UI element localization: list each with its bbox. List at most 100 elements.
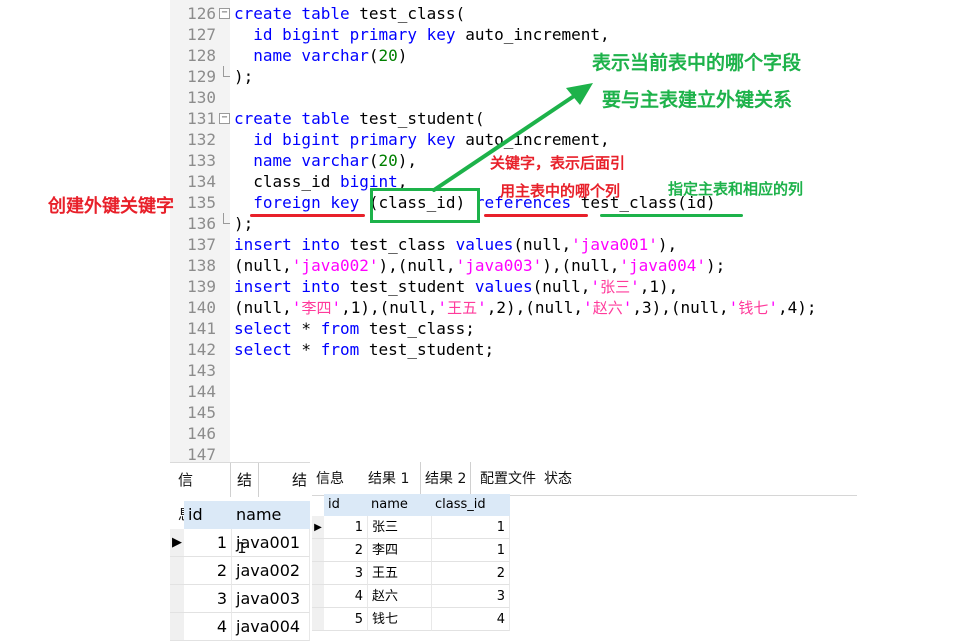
line-number: 139 xyxy=(187,277,216,296)
code-token: id bigint primary key xyxy=(253,130,456,149)
row-selector[interactable] xyxy=(170,557,184,585)
column-header-name[interactable]: name xyxy=(232,501,310,529)
fold-toggle-icon[interactable]: − xyxy=(219,8,230,19)
table-cell[interactable]: 钱七 xyxy=(368,608,432,631)
row-selector[interactable]: ▶ xyxy=(312,516,324,539)
row-selector[interactable] xyxy=(312,585,324,608)
code-token: from xyxy=(320,340,360,359)
code-token: 'java004' xyxy=(619,256,707,275)
column-header-id[interactable]: id xyxy=(184,501,232,529)
table-cell[interactable]: 张三 xyxy=(368,516,432,539)
code-token: 'java003' xyxy=(455,256,543,275)
row-selector[interactable] xyxy=(312,539,324,562)
code-line[interactable]: 142 select * from test_student; xyxy=(170,339,960,360)
table-cell[interactable]: java004 xyxy=(232,613,310,641)
code-line[interactable]: 143 xyxy=(170,360,960,381)
table-cell[interactable]: 2 xyxy=(184,557,232,585)
line-number: 126 xyxy=(187,4,216,23)
code-token: name varchar xyxy=(253,46,369,65)
fold-end-marker xyxy=(223,213,230,224)
code-text: create table test_class( xyxy=(234,3,465,24)
fold-end-marker xyxy=(223,66,230,77)
code-line[interactable]: 129); xyxy=(170,66,960,87)
code-line[interactable]: 138 (null,'java002'),(null,'java003'),(nu… xyxy=(170,255,960,276)
code-token: from xyxy=(320,319,360,338)
code-line[interactable]: 147 xyxy=(170,444,960,462)
table-cell[interactable]: 4 xyxy=(184,613,232,641)
code-line[interactable]: 140 (null,'李四',1),(null,'王五',2),(null,'赵六… xyxy=(170,297,960,318)
which-column-note: 用主表中的哪个列 xyxy=(500,182,621,200)
row-selector[interactable] xyxy=(170,585,184,613)
code-line[interactable]: 132 id bigint primary key auto_increment… xyxy=(170,129,960,150)
row-selector[interactable] xyxy=(312,562,324,585)
code-line[interactable]: 128 name varchar(20) xyxy=(170,45,960,66)
line-number: 127 xyxy=(187,25,216,44)
table-cell[interactable]: 李四 xyxy=(368,539,432,562)
code-token: ),(null, xyxy=(542,256,620,275)
tab-status[interactable]: 状态 xyxy=(540,462,576,496)
tab-result-1[interactable]: 结果 1 xyxy=(230,463,260,557)
code-text: id bigint primary key auto_increment, xyxy=(234,24,609,45)
code-token: auto_increment, xyxy=(455,130,610,149)
code-line[interactable]: 131− create table test_student( xyxy=(170,108,960,129)
table-cell[interactable]: 1 xyxy=(184,529,232,557)
column-header-class-id[interactable]: class_id xyxy=(432,494,510,516)
line-number: 135 xyxy=(187,193,216,212)
table-cell[interactable]: 3 xyxy=(324,562,368,585)
code-token: 李四 xyxy=(301,299,332,317)
table-cell[interactable]: 2 xyxy=(324,539,368,562)
column-header-name[interactable]: name xyxy=(368,494,432,516)
line-number: 133 xyxy=(187,151,216,170)
row-selector[interactable] xyxy=(170,613,184,641)
table-cell[interactable]: 2 xyxy=(432,562,510,585)
tab-info[interactable]: 信息 xyxy=(172,463,199,523)
table-cell[interactable]: 3 xyxy=(432,585,510,608)
table-cell[interactable]: java001 xyxy=(232,529,310,557)
table-cell[interactable]: java002 xyxy=(232,557,310,585)
code-token: values xyxy=(455,235,514,254)
table-cell[interactable]: 3 xyxy=(184,585,232,613)
code-token: ), xyxy=(397,151,418,170)
code-token: ,4); xyxy=(777,298,817,317)
code-line[interactable]: 126− create table test_class( xyxy=(170,3,960,24)
table-cell[interactable]: 1 xyxy=(432,539,510,562)
table-cell[interactable]: 5 xyxy=(324,608,368,631)
tab-profile[interactable]: 配置文件 xyxy=(476,462,540,496)
table-cell[interactable]: 1 xyxy=(324,516,368,539)
table-cell[interactable]: 4 xyxy=(324,585,368,608)
code-token: 赵六 xyxy=(592,299,623,317)
table-cell[interactable]: 4 xyxy=(432,608,510,631)
code-token: select xyxy=(234,319,292,338)
result-grid-left: id name ▶ 1 java001 2 java002 3 java003 4 java00… xyxy=(170,501,310,644)
code-line[interactable]: 137 insert into test_class values(null,'j… xyxy=(170,234,960,255)
table-cell[interactable]: java003 xyxy=(232,585,310,613)
code-line[interactable]: 146 xyxy=(170,423,960,444)
row-selector[interactable] xyxy=(312,608,324,631)
column-header-id[interactable]: id xyxy=(324,494,368,516)
tab-info[interactable]: 信息 xyxy=(312,462,348,496)
sql-editor[interactable]: 126− create table test_class(127 id bigin… xyxy=(170,0,960,462)
result-panel-right: 信息 结果 1 结果 2 配置文件 状态 id name class_id ▶ 1… xyxy=(312,462,857,644)
table-cell[interactable]: 王五 xyxy=(368,562,432,585)
line-number: 144 xyxy=(187,382,216,401)
code-line[interactable]: 127 id bigint primary key auto_increment… xyxy=(170,24,960,45)
tab-result-2[interactable]: 结果 2 xyxy=(420,462,472,496)
code-line[interactable]: 145 xyxy=(170,402,960,423)
tab-result-1[interactable]: 结果 1 xyxy=(364,462,413,496)
code-token: insert into xyxy=(234,277,340,296)
code-line[interactable]: 144 xyxy=(170,381,960,402)
table-cell[interactable]: 赵六 xyxy=(368,585,432,608)
row-selector[interactable]: ▶ xyxy=(170,529,184,557)
code-line[interactable]: 139 insert into test_student values(null,… xyxy=(170,276,960,297)
fold-toggle-icon[interactable]: − xyxy=(219,113,230,124)
code-line[interactable]: 141 select * from test_class; xyxy=(170,318,960,339)
code-line[interactable]: 130 xyxy=(170,87,960,108)
code-token: ' xyxy=(583,298,593,317)
table-cell[interactable]: 1 xyxy=(432,516,510,539)
tab-result-2-partial[interactable]: 结 xyxy=(292,463,307,497)
code-text: insert into test_class values(null,'java… xyxy=(234,234,677,255)
code-token: ' xyxy=(437,298,448,317)
code-token: ' xyxy=(590,277,601,296)
